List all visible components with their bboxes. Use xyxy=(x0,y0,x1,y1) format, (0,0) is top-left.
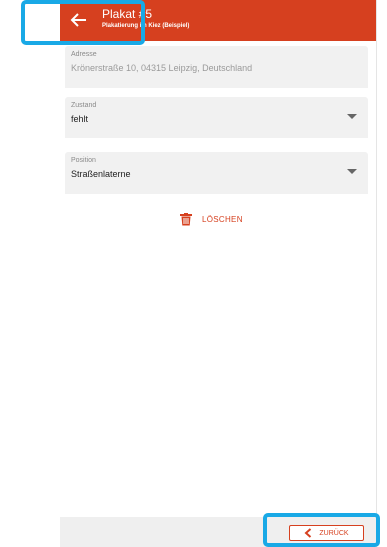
delete-label: LÖSCHEN xyxy=(202,214,243,224)
address-value: Krönerstraße 10, 04315 Leipzig, Deutschl… xyxy=(71,63,253,73)
app-window: Plakat #5 Plakatierung im Kiez (Beispiel… xyxy=(60,0,376,547)
position-select[interactable]: Position Straßenlaterne xyxy=(65,152,368,194)
state-value: fehlt xyxy=(71,114,89,124)
state-select[interactable]: Zustand fehlt xyxy=(65,97,368,138)
delete-button[interactable]: LÖSCHEN xyxy=(180,211,243,227)
address-label: Adresse xyxy=(71,51,97,58)
address-field: Adresse Krönerstraße 10, 04315 Leipzig, … xyxy=(65,46,368,88)
highlight-box-back-title xyxy=(21,0,145,45)
screen: Plakat #5 Plakatierung im Kiez (Beispiel… xyxy=(0,0,387,547)
dropdown-arrow-icon[interactable] xyxy=(347,169,357,174)
position-label: Position xyxy=(71,157,96,164)
state-label: Zustand xyxy=(71,102,97,109)
divider xyxy=(376,0,377,547)
dropdown-arrow-icon[interactable] xyxy=(347,114,357,119)
position-value: Straßenlaterne xyxy=(71,169,131,179)
highlight-box-back-button xyxy=(263,513,380,547)
trash-icon xyxy=(180,212,192,225)
